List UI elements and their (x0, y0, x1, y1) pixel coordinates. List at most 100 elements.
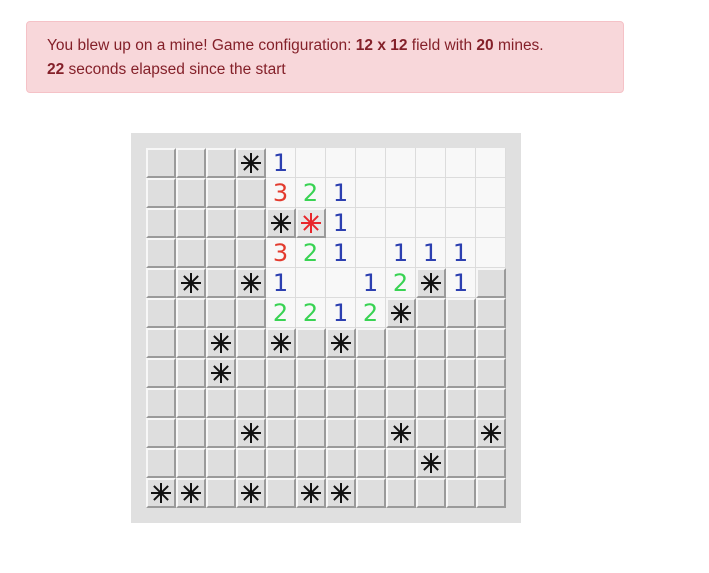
board-cell-closed[interactable] (176, 208, 206, 238)
board-cell-closed[interactable] (236, 178, 266, 208)
board-cell-closed[interactable] (266, 448, 296, 478)
board-cell-closed[interactable] (476, 268, 506, 298)
board-cell-closed[interactable] (146, 268, 176, 298)
board-cell-closed[interactable] (416, 298, 446, 328)
board-cell-closed[interactable] (386, 448, 416, 478)
board-cell-closed[interactable] (146, 328, 176, 358)
board-cell-closed[interactable] (266, 358, 296, 388)
board-cell-empty (296, 148, 326, 178)
board-cell-number: 1 (326, 208, 356, 238)
board-cell-empty (416, 208, 446, 238)
board-cell-closed[interactable] (476, 298, 506, 328)
board-cell-closed[interactable] (296, 418, 326, 448)
mine-icon (416, 448, 446, 478)
board-cell-closed[interactable] (266, 478, 296, 508)
board-cell-closed[interactable] (176, 328, 206, 358)
board-cell-closed[interactable] (236, 358, 266, 388)
board-cell-closed[interactable] (206, 178, 236, 208)
board-cell-closed[interactable] (446, 448, 476, 478)
board-cell-closed[interactable] (236, 388, 266, 418)
status-line-2: 22 seconds elapsed since the start (47, 58, 603, 82)
board-cell-closed[interactable] (326, 388, 356, 418)
board-cell-closed[interactable] (206, 268, 236, 298)
board-cell-closed[interactable] (326, 358, 356, 388)
board-cell-closed[interactable] (416, 418, 446, 448)
board-cell-closed[interactable] (446, 328, 476, 358)
board-cell-number: 1 (386, 238, 416, 268)
board-cell-closed[interactable] (296, 388, 326, 418)
board-cell-closed[interactable] (206, 478, 236, 508)
board-cell-closed[interactable] (176, 298, 206, 328)
board-cell-closed[interactable] (146, 238, 176, 268)
board-cell-closed[interactable] (476, 388, 506, 418)
board-cell-closed[interactable] (146, 298, 176, 328)
board-cell-closed[interactable] (146, 418, 176, 448)
board-cell-closed[interactable] (266, 388, 296, 418)
mine-icon (146, 478, 176, 508)
board-cell-closed[interactable] (176, 388, 206, 418)
board-cell-closed[interactable] (326, 418, 356, 448)
board-cell-closed[interactable] (446, 388, 476, 418)
board-cell-closed[interactable] (386, 478, 416, 508)
board-cell-closed[interactable] (386, 328, 416, 358)
mine-icon (236, 148, 266, 178)
board-cell-number: 2 (386, 268, 416, 298)
board-cell-closed[interactable] (476, 478, 506, 508)
board-cell-closed[interactable] (176, 238, 206, 268)
board-cell-closed[interactable] (176, 178, 206, 208)
board-cell-closed[interactable] (416, 388, 446, 418)
board-cell-closed[interactable] (206, 148, 236, 178)
board-cell-closed[interactable] (146, 448, 176, 478)
board-cell-closed[interactable] (476, 448, 506, 478)
board-cell-closed[interactable] (146, 358, 176, 388)
board-cell-closed[interactable] (386, 388, 416, 418)
board-cell-empty (356, 148, 386, 178)
board-cell-closed[interactable] (356, 448, 386, 478)
board-cell-closed[interactable] (356, 478, 386, 508)
board-cell-closed[interactable] (446, 418, 476, 448)
mine-icon (236, 418, 266, 448)
mine-icon (206, 358, 236, 388)
board-cell-closed[interactable] (146, 148, 176, 178)
board-cell-closed[interactable] (206, 448, 236, 478)
board-cell-closed[interactable] (356, 328, 386, 358)
board-cell-closed[interactable] (416, 478, 446, 508)
board-cell-closed[interactable] (176, 448, 206, 478)
board-cell-number: 1 (266, 268, 296, 298)
board-cell-closed[interactable] (416, 328, 446, 358)
board-cell-closed[interactable] (236, 448, 266, 478)
board-cell-closed[interactable] (446, 358, 476, 388)
board-cell-closed[interactable] (206, 208, 236, 238)
board-cell-closed[interactable] (446, 298, 476, 328)
board-cell-closed[interactable] (386, 358, 416, 388)
board-cell-closed[interactable] (416, 358, 446, 388)
board-cell-closed[interactable] (236, 298, 266, 328)
board-cell-closed[interactable] (296, 448, 326, 478)
board-cell-closed[interactable] (206, 388, 236, 418)
board-cell-closed[interactable] (356, 388, 386, 418)
board-cell-closed[interactable] (146, 388, 176, 418)
board-cell-closed[interactable] (206, 238, 236, 268)
board-cell-closed[interactable] (236, 238, 266, 268)
board-cell-closed[interactable] (446, 478, 476, 508)
board-cell-closed[interactable] (236, 328, 266, 358)
board-cell-closed[interactable] (266, 418, 296, 448)
board-cell-closed[interactable] (206, 298, 236, 328)
board-cell-closed[interactable] (476, 358, 506, 388)
board-cell-closed[interactable] (476, 328, 506, 358)
mine-icon (416, 268, 446, 298)
board-cell-closed[interactable] (356, 418, 386, 448)
board-cell-closed[interactable] (236, 208, 266, 238)
board-cell-closed[interactable] (356, 358, 386, 388)
mine-icon (266, 208, 296, 238)
board-cell-closed[interactable] (146, 178, 176, 208)
mine-icon (206, 328, 236, 358)
board-cell-closed[interactable] (296, 358, 326, 388)
board-cell-closed[interactable] (206, 418, 236, 448)
board-cell-closed[interactable] (176, 148, 206, 178)
board-cell-closed[interactable] (326, 448, 356, 478)
board-cell-closed[interactable] (146, 208, 176, 238)
board-cell-closed[interactable] (176, 418, 206, 448)
board-cell-closed[interactable] (176, 358, 206, 388)
board-cell-closed[interactable] (296, 328, 326, 358)
